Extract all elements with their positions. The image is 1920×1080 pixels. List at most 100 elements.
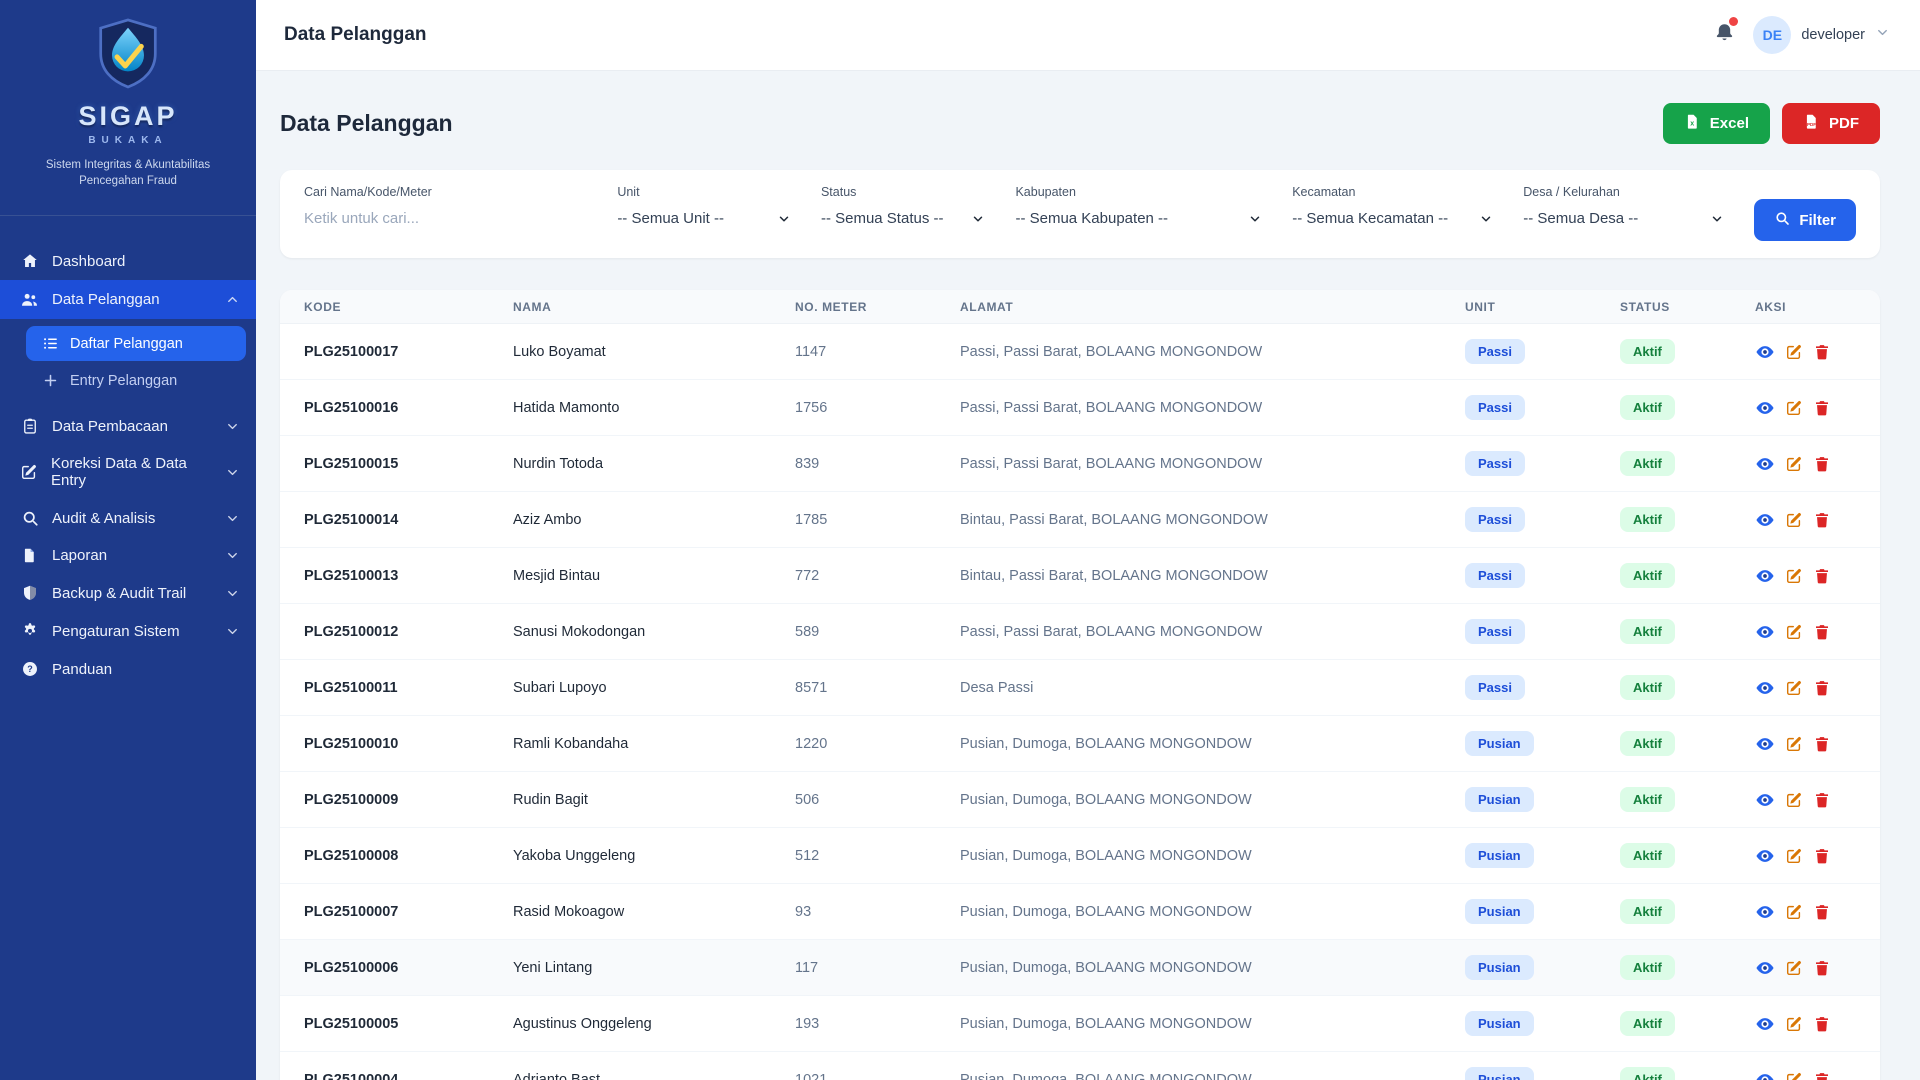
edit-button[interactable] (1785, 791, 1803, 809)
sidebar-item-label: Pengaturan Sistem (52, 622, 180, 640)
cell-status: Aktif (1620, 563, 1755, 588)
sidebar-subitem-daftar-pelanggan[interactable]: Daftar Pelanggan (26, 326, 246, 362)
view-button[interactable] (1755, 510, 1775, 530)
cell-aksi (1755, 734, 1856, 754)
cell-aksi (1755, 398, 1856, 418)
view-button[interactable] (1755, 342, 1775, 362)
cell-status: Aktif (1620, 1011, 1755, 1036)
edit-button[interactable] (1785, 959, 1803, 977)
cell-kode: PLG25100013 (304, 567, 399, 584)
sidebar-item-pengaturan-sistem[interactable]: Pengaturan Sistem (0, 612, 256, 650)
cell-nama: Aziz Ambo (513, 511, 582, 528)
cell-status: Aktif (1620, 787, 1755, 812)
edit-button[interactable] (1785, 343, 1803, 361)
search-input[interactable] (304, 210, 588, 227)
edit-button[interactable] (1785, 1015, 1803, 1033)
export-excel-button[interactable]: x Excel (1662, 103, 1770, 144)
filter-button[interactable]: Filter (1754, 199, 1857, 241)
trash-icon (1813, 847, 1831, 865)
edit-button[interactable] (1785, 1071, 1803, 1080)
edit-button[interactable] (1785, 847, 1803, 865)
eye-icon (1755, 566, 1775, 586)
chevron-down-icon (777, 212, 791, 226)
cell-status: Aktif (1620, 1067, 1755, 1080)
delete-button[interactable] (1813, 791, 1831, 809)
export-pdf-button[interactable]: PDF PDF (1782, 103, 1880, 144)
sidebar-item-panduan[interactable]: ? Panduan (0, 650, 256, 688)
delete-button[interactable] (1813, 455, 1831, 473)
view-button[interactable] (1755, 790, 1775, 810)
brand-shield-logo-icon (89, 18, 167, 98)
delete-button[interactable] (1813, 567, 1831, 585)
col-no-meter: NO. METER (795, 299, 868, 314)
cell-no-meter: 1021 (795, 1071, 828, 1080)
view-button[interactable] (1755, 734, 1775, 754)
sidebar-item-data-pelanggan[interactable]: Data Pelanggan (0, 280, 256, 320)
unit-select[interactable]: -- Semua Unit -- (617, 210, 791, 227)
edit-button[interactable] (1785, 511, 1803, 529)
delete-button[interactable] (1813, 1071, 1831, 1080)
view-button[interactable] (1755, 454, 1775, 474)
sidebar-item-data-pembacaan[interactable]: Data Pembacaan (0, 407, 256, 445)
cell-aksi (1755, 678, 1856, 698)
view-button[interactable] (1755, 958, 1775, 978)
sidebar-subitem-entry-pelanggan[interactable]: Entry Pelanggan (26, 363, 246, 398)
view-button[interactable] (1755, 1070, 1775, 1080)
user-menu[interactable]: DE developer (1753, 16, 1890, 54)
view-button[interactable] (1755, 902, 1775, 922)
svg-text:?: ? (27, 664, 33, 674)
cell-status: Aktif (1620, 731, 1755, 756)
sidebar-item-dashboard[interactable]: Dashboard (0, 242, 256, 280)
delete-button[interactable] (1813, 735, 1831, 753)
view-button[interactable] (1755, 678, 1775, 698)
table-row: PLG25100015 Nurdin Totoda 839 Passi, Passi … (280, 436, 1880, 492)
desa-select[interactable]: -- Semua Desa -- (1523, 210, 1724, 227)
view-button[interactable] (1755, 1014, 1775, 1034)
view-button[interactable] (1755, 566, 1775, 586)
cell-alamat: Desa Passi (960, 679, 1034, 696)
chevron-down-icon (225, 586, 240, 601)
delete-button[interactable] (1813, 903, 1831, 921)
sidebar-item-koreksi-data-data-entry[interactable]: Koreksi Data & Data Entry (0, 445, 256, 499)
edit-button[interactable] (1785, 399, 1803, 417)
status-select[interactable]: -- Semua Status -- (821, 210, 986, 227)
edit-button[interactable] (1785, 567, 1803, 585)
delete-button[interactable] (1813, 343, 1831, 361)
sidebar-item-backup-audit-trail[interactable]: Backup & Audit Trail (0, 574, 256, 612)
status-field: Status -- Semua Status -- (821, 185, 986, 241)
pencil-icon (1785, 343, 1803, 361)
sidebar-item-audit-analisis[interactable]: Audit & Analisis (0, 499, 256, 537)
delete-button[interactable] (1813, 511, 1831, 529)
cell-nama: Subari Lupoyo (513, 679, 607, 696)
status-badge: Aktif (1620, 1011, 1675, 1036)
edit-button[interactable] (1785, 903, 1803, 921)
table-row: PLG25100009 Rudin Bagit 506 Pusian, Dumoga,… (280, 772, 1880, 828)
delete-button[interactable] (1813, 847, 1831, 865)
view-button[interactable] (1755, 398, 1775, 418)
notification-bell-button[interactable] (1714, 17, 1739, 48)
kecamatan-select[interactable]: -- Semua Kecamatan -- (1292, 210, 1493, 227)
view-button[interactable] (1755, 846, 1775, 866)
delete-button[interactable] (1813, 1015, 1831, 1033)
table-row: PLG25100012 Sanusi Mokodongan 589 Passi, Pa… (280, 604, 1880, 660)
status-badge: Aktif (1620, 395, 1675, 420)
eye-icon (1755, 510, 1775, 530)
kabupaten-select[interactable]: -- Semua Kabupaten -- (1015, 210, 1262, 227)
cell-kode: PLG25100016 (304, 399, 399, 416)
delete-button[interactable] (1813, 959, 1831, 977)
sidebar-nav: Dashboard Data Pelanggan Daftar Pelanggan E… (0, 215, 256, 688)
edit-button[interactable] (1785, 623, 1803, 641)
export-buttons: x Excel PDF PDF (1662, 103, 1880, 144)
delete-button[interactable] (1813, 679, 1831, 697)
cell-no-meter: 8571 (795, 679, 828, 696)
document-icon (20, 547, 39, 564)
delete-button[interactable] (1813, 399, 1831, 417)
edit-button[interactable] (1785, 679, 1803, 697)
pencil-icon (1785, 399, 1803, 417)
delete-button[interactable] (1813, 623, 1831, 641)
sidebar-item-laporan[interactable]: Laporan (0, 537, 256, 574)
edit-button[interactable] (1785, 735, 1803, 753)
view-button[interactable] (1755, 622, 1775, 642)
edit-button[interactable] (1785, 455, 1803, 473)
cell-no-meter: 193 (795, 1015, 820, 1032)
